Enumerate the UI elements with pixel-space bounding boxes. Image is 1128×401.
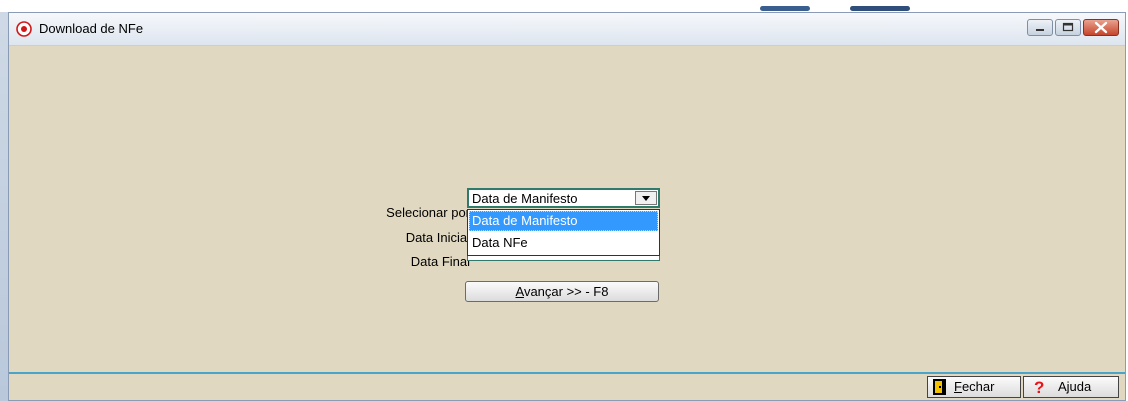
maximize-icon [1062, 22, 1074, 32]
download-nfe-window: Download de NFe Selecionar por Data Inic… [8, 12, 1126, 401]
background-window-edge [0, 12, 8, 401]
desktop-taskbar-fragment [850, 6, 910, 11]
close-window-button[interactable] [1083, 19, 1119, 36]
window-controls [1027, 19, 1119, 37]
data-final-input[interactable] [467, 256, 660, 261]
data-final-label: Data Final [410, 254, 470, 269]
minimize-button[interactable] [1027, 19, 1053, 36]
avancar-button[interactable]: Avançar >> - F8 [465, 281, 659, 302]
selecionar-por-combobox[interactable]: Data de Manifesto [467, 188, 660, 208]
option-data-nfe[interactable]: Data NFe [469, 233, 658, 253]
dropdown-arrow-button[interactable] [635, 191, 657, 205]
data-inicial-label: Data Inicial [405, 230, 470, 245]
close-icon [1094, 21, 1108, 34]
ajuda-label: Ajuda [1058, 379, 1092, 394]
combo-dropdown-list: Data de Manifesto Data NFe [467, 209, 660, 256]
footer-divider [9, 372, 1125, 374]
fechar-accel: F [954, 379, 962, 394]
title-bar[interactable]: Download de NFe [9, 13, 1125, 46]
avancar-label: vançar >> - F8 [523, 284, 609, 299]
target-icon [16, 21, 32, 37]
avancar-accel: A [515, 284, 524, 299]
fechar-button[interactable]: Fechar [927, 376, 1021, 398]
option-data-de-manifesto[interactable]: Data de Manifesto [469, 211, 658, 231]
ajuda-button[interactable]: ? Ajuda [1023, 376, 1119, 398]
window-title: Download de NFe [39, 21, 144, 36]
desktop-taskbar-fragment [760, 6, 810, 11]
maximize-button[interactable] [1055, 19, 1081, 36]
desktop-background [0, 0, 1128, 12]
combo-selected-value: Data de Manifesto [472, 191, 578, 206]
svg-text:?: ? [1034, 378, 1044, 396]
help-question-icon: ? [1034, 378, 1044, 396]
selecionar-por-label: Selecionar por [386, 205, 470, 220]
fechar-label: echar [961, 379, 995, 394]
exit-door-icon [933, 379, 946, 395]
minimize-icon [1036, 29, 1044, 31]
